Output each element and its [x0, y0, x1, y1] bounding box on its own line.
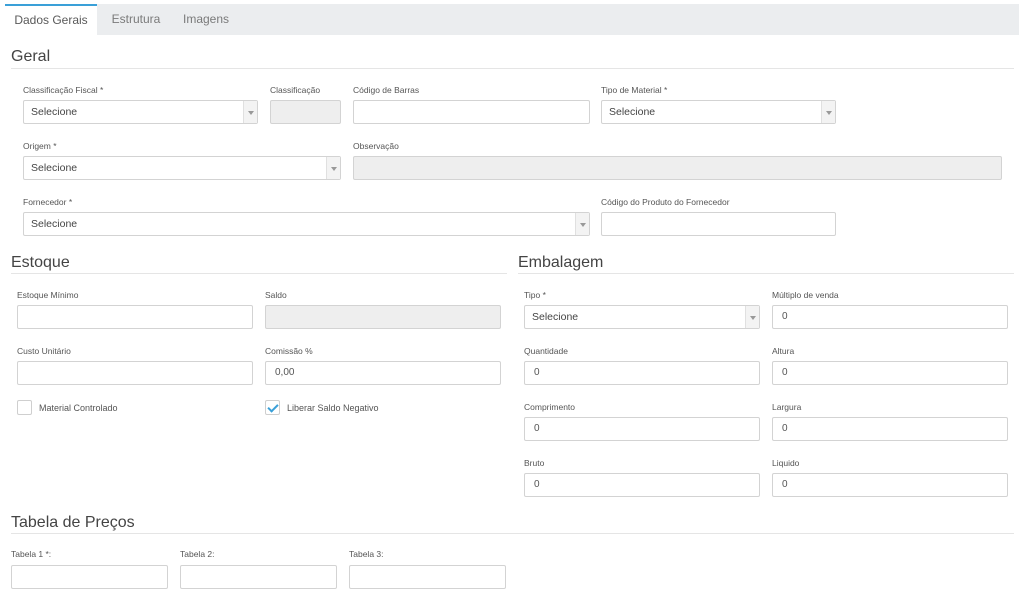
observacao-field[interactable] [353, 156, 1002, 180]
estoque-minimo-input[interactable] [17, 305, 253, 329]
custo-unitario-input[interactable] [17, 361, 253, 385]
saldo-field [265, 305, 501, 329]
liberar-saldo-negativo-label: Liberar Saldo Negativo [287, 403, 379, 413]
tipo-select[interactable]: Selecione [524, 305, 760, 329]
altura-input[interactable]: 0 [772, 361, 1008, 385]
tab-estrutura[interactable]: Estrutura [102, 4, 170, 35]
tab-dados-gerais[interactable]: Dados Gerais [5, 4, 97, 35]
tabela-3-input[interactable] [349, 565, 506, 589]
label-tabela-3: Tabela 3: [349, 549, 384, 559]
material-controlado-label: Material Controlado [39, 403, 118, 413]
classificacao-fiscal-select[interactable]: Selecione [23, 100, 258, 124]
tabela-1-input[interactable] [11, 565, 168, 589]
section-divider [11, 273, 507, 274]
section-divider [11, 533, 1014, 534]
label-bruto: Bruto [524, 458, 545, 468]
codigo-barras-input[interactable] [353, 100, 590, 124]
select-value: Selecione [609, 106, 656, 118]
label-largura: Largura [772, 402, 802, 412]
chevron-down-icon [243, 101, 257, 123]
largura-input[interactable]: 0 [772, 417, 1008, 441]
origem-select[interactable]: Selecione [23, 156, 341, 180]
label-saldo: Saldo [265, 290, 287, 300]
classificacao-field [270, 100, 341, 124]
label-fornecedor: Fornecedor * [23, 197, 73, 207]
label-codigo-barras: Código de Barras [353, 85, 420, 95]
bruto-input[interactable]: 0 [524, 473, 760, 497]
label-classificacao: Classificação [270, 85, 321, 95]
section-title-geral: Geral [11, 48, 51, 65]
chevron-down-icon [326, 157, 340, 179]
tab-bar: Dados Gerais Estrutura Imagens [5, 4, 1019, 35]
select-value: Selecione [532, 311, 579, 323]
label-altura: Altura [772, 346, 795, 356]
material-controlado-checkbox[interactable] [17, 400, 32, 415]
label-custo-unitario: Custo Unitário [17, 346, 71, 356]
section-divider [11, 68, 1014, 69]
chevron-down-icon [821, 101, 835, 123]
label-codigo-produto-fornecedor: Código do Produto do Fornecedor [601, 197, 730, 207]
label-origem: Origem * [23, 141, 57, 151]
tabela-2-input[interactable] [180, 565, 337, 589]
label-tabela-2: Tabela 2: [180, 549, 215, 559]
liquido-input[interactable]: 0 [772, 473, 1008, 497]
label-estoque-minimo: Estoque Mínimo [17, 290, 79, 300]
label-liquido: Liquido [772, 458, 800, 468]
tab-imagens[interactable]: Imagens [177, 4, 235, 35]
label-tipo-material: Tipo de Material * [601, 85, 668, 95]
label-multiplo-venda: Múltiplo de venda [772, 290, 839, 300]
label-quantidade: Quantidade [524, 346, 568, 356]
quantidade-input[interactable]: 0 [524, 361, 760, 385]
comprimento-input[interactable]: 0 [524, 417, 760, 441]
label-tipo: Tipo * [524, 290, 546, 300]
section-divider [518, 273, 1014, 274]
section-title-estoque: Estoque [11, 254, 70, 271]
label-comissao: Comissão % [265, 346, 313, 356]
fornecedor-select[interactable]: Selecione [23, 212, 590, 236]
comissao-input[interactable]: 0,00 [265, 361, 501, 385]
select-value: Selecione [31, 162, 78, 174]
chevron-down-icon [575, 213, 589, 235]
label-classificacao-fiscal: Classificação Fiscal * [23, 85, 104, 95]
multiplo-venda-input[interactable]: 0 [772, 305, 1008, 329]
codigo-produto-fornecedor-input[interactable] [601, 212, 836, 236]
section-title-tabela-precos: Tabela de Preços [11, 514, 135, 531]
label-comprimento: Comprimento [524, 402, 576, 412]
select-value: Selecione [31, 218, 78, 230]
chevron-down-icon [745, 306, 759, 328]
label-observacao: Observação [353, 141, 399, 151]
tipo-material-select[interactable]: Selecione [601, 100, 836, 124]
select-value: Selecione [31, 106, 78, 118]
liberar-saldo-negativo-checkbox[interactable] [265, 400, 280, 415]
section-title-embalagem: Embalagem [518, 254, 604, 271]
label-tabela-1: Tabela 1 *: [11, 549, 52, 559]
